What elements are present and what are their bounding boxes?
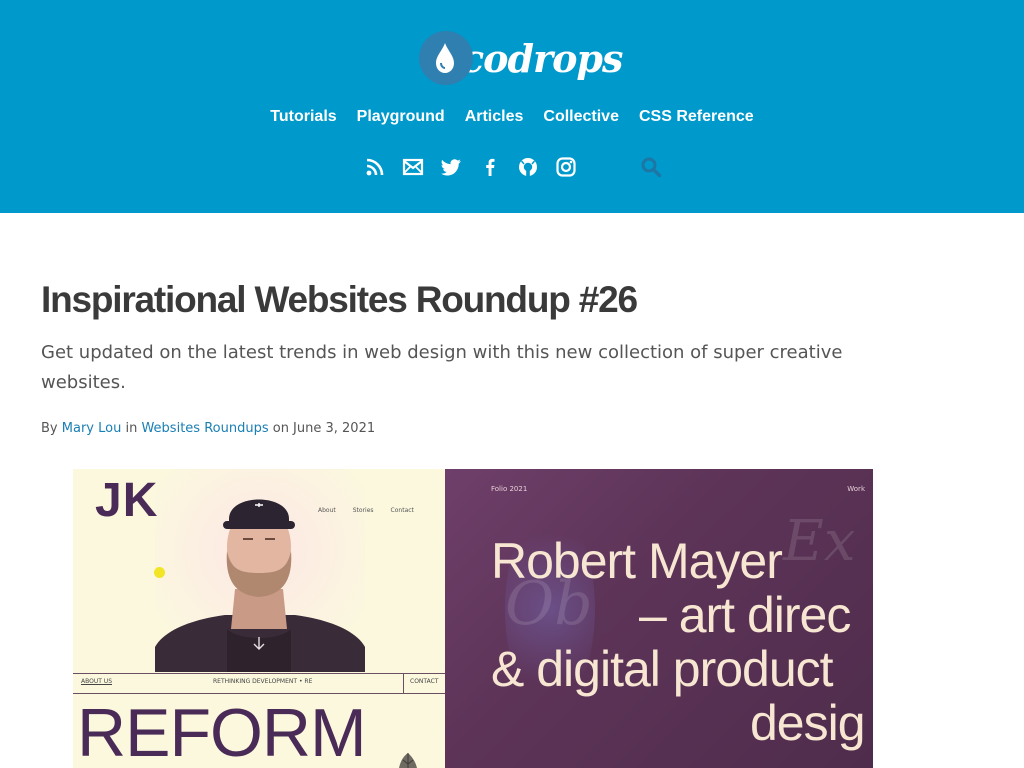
- nav-collective[interactable]: Collective: [543, 106, 619, 128]
- nav-articles[interactable]: Articles: [465, 106, 524, 128]
- search-icon[interactable]: [640, 156, 662, 178]
- droplet-icon: [419, 31, 473, 85]
- nav-playground[interactable]: Playground: [357, 106, 445, 128]
- nav-tutorials[interactable]: Tutorials: [270, 106, 336, 128]
- ghost-letters: Ex: [783, 509, 856, 574]
- work-label: Work: [847, 485, 865, 493]
- twitter-icon[interactable]: [441, 156, 463, 178]
- main-nav: Tutorials Playground Articles Collective…: [0, 106, 1024, 128]
- meta-by: By: [41, 421, 58, 436]
- folio-label: Folio 2021: [491, 485, 528, 493]
- social-links: [0, 156, 1024, 178]
- divider: [73, 693, 445, 694]
- divider: [73, 673, 445, 674]
- portrait-image: [155, 469, 365, 672]
- yellow-dot: [154, 567, 165, 578]
- meta-date: on June 3, 2021: [272, 421, 376, 436]
- mini-nav-contact: Contact: [390, 507, 414, 514]
- hero-line-1: Robert Mayer: [491, 533, 783, 589]
- mini-bar-center: RETHINKING DEVELOPMENT • RE: [213, 678, 313, 685]
- hero-line-2: – art direc: [639, 587, 851, 643]
- category-link[interactable]: Websites Roundups: [141, 421, 268, 436]
- mini-nav-stories: Stories: [352, 507, 374, 514]
- hero-line-3: & digital product: [491, 641, 834, 697]
- reform-headline: REFORM: [77, 695, 367, 768]
- codrops-logo[interactable]: codrops: [419, 30, 623, 86]
- rss-icon[interactable]: [364, 156, 386, 178]
- instagram-icon[interactable]: [555, 156, 577, 178]
- meta-in: in: [125, 421, 138, 436]
- article-meta: By Mary Lou in Websites Roundups on June…: [41, 419, 375, 439]
- mini-nav-about: About: [318, 507, 336, 514]
- github-icon[interactable]: [517, 156, 539, 178]
- mini-bar-about: ABOUT US: [81, 678, 113, 685]
- mini-bar-contact: CONTACT: [410, 678, 439, 685]
- article-subtitle: Get updated on the latest trends in web …: [41, 342, 843, 393]
- plant-image: [395, 751, 421, 768]
- mini-nav: About Stories Contact: [318, 507, 414, 514]
- facebook-icon[interactable]: [479, 156, 501, 178]
- hero-right-screenshot: Ex Ob Folio 2021 Work Robert Mayer – art…: [445, 469, 873, 768]
- divider: [403, 673, 404, 694]
- monogram: JK: [95, 474, 159, 527]
- article-title: Inspirational Websites Roundup #26: [41, 279, 638, 320]
- author-link[interactable]: Mary Lou: [62, 421, 122, 436]
- hero-left-screenshot: JK About Stories Contact ABOUT US RETHIN…: [73, 469, 445, 768]
- logo-text: codrops: [461, 35, 623, 81]
- hero-line-4: desig: [750, 695, 866, 751]
- nav-css-reference[interactable]: CSS Reference: [639, 106, 754, 128]
- mail-icon[interactable]: [402, 156, 424, 178]
- hero-image: JK About Stories Contact ABOUT US RETHIN…: [73, 469, 873, 768]
- site-header: codrops Tutorials Playground Articles Co…: [0, 0, 1024, 213]
